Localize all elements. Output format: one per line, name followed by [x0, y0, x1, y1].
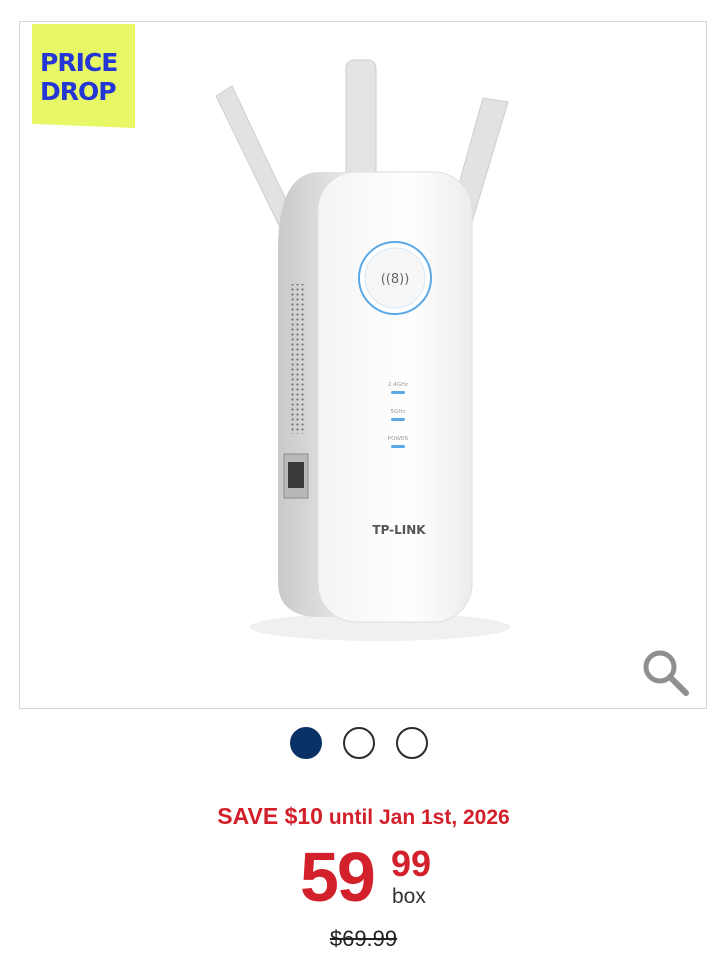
magnifier-icon[interactable]: [640, 647, 692, 699]
gallery-dot-3[interactable]: [396, 727, 428, 759]
svg-text:((8)): ((8)): [381, 272, 410, 287]
led-label-2g: 2.4GHz: [388, 382, 408, 388]
gallery-dot-2[interactable]: [343, 727, 375, 759]
price-unit: box: [392, 885, 426, 908]
product-image: ((8)) 2.4GHz 5GHz POWER TP-LINK: [215, 59, 510, 641]
gallery-pagination: [290, 727, 428, 759]
original-price: $69.99: [329, 926, 398, 951]
price-dollars: 59: [300, 838, 376, 916]
price-cents: 99: [391, 843, 432, 884]
led-label-5g: 5GHz: [391, 409, 406, 415]
save-until: until Jan 1st, 2026: [328, 806, 510, 829]
led-label-power: POWER: [388, 436, 409, 442]
save-amount: SAVE $10: [217, 803, 323, 829]
ethernet-port: [283, 453, 309, 499]
promo-text: SAVE $10 until Jan 1st, 2026: [0, 803, 727, 830]
gallery-dot-1[interactable]: [290, 727, 322, 759]
brand-label: TP-LINK: [372, 523, 426, 537]
product-image-frame[interactable]: PRICE DROP ((8)) 2.4GHz 5GHz POWER TP-LI…: [19, 21, 707, 709]
wps-button: ((8)): [358, 241, 432, 315]
